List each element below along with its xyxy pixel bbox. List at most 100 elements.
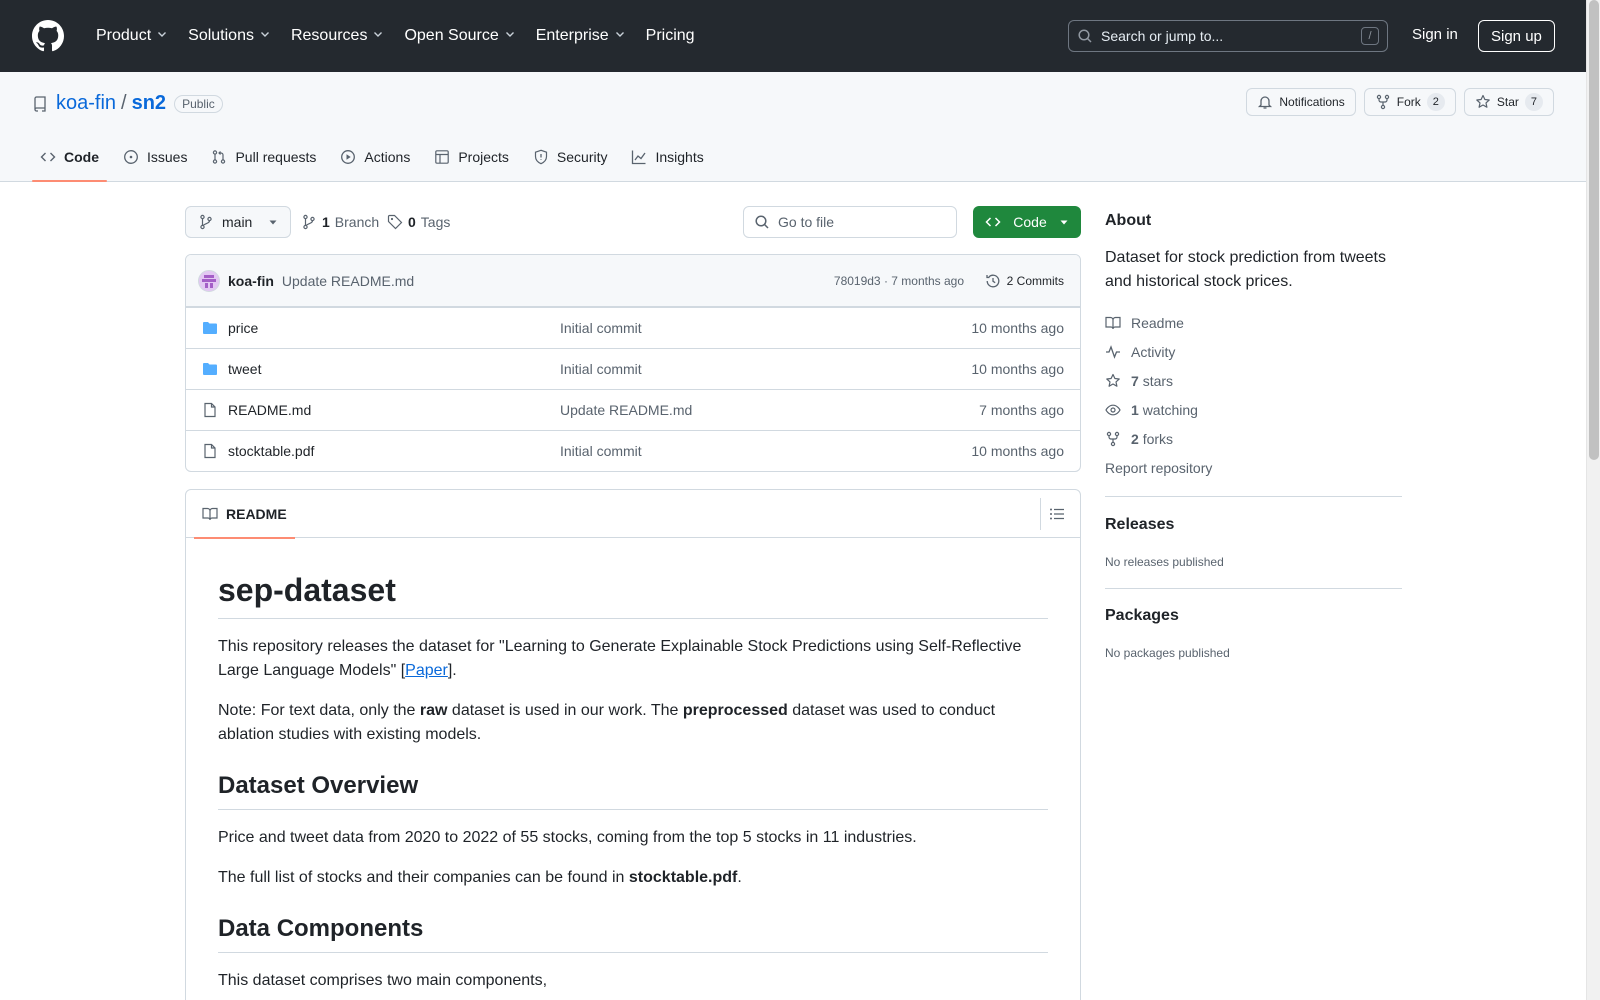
tab-code[interactable]: Code	[32, 133, 107, 182]
sign-in-link[interactable]: Sign in	[1412, 26, 1458, 43]
nav-product[interactable]: Product	[86, 27, 178, 45]
file-name-link[interactable]: tweet	[228, 361, 261, 377]
play-icon	[340, 149, 356, 165]
branches-link[interactable]: 1 Branch	[301, 206, 379, 238]
about-heading: About	[1105, 212, 1152, 229]
file-commit-link[interactable]: Update README.md	[560, 402, 692, 418]
fork-button[interactable]: Fork 2	[1363, 88, 1456, 116]
repo-title-separator: /	[121, 92, 127, 114]
activity-link[interactable]: Activity	[1105, 337, 1402, 366]
stars-label: stars	[1142, 372, 1174, 389]
commits-history-link[interactable]: 2 Commits	[981, 267, 1068, 295]
tab-projects[interactable]: Projects	[426, 133, 517, 181]
nav-open-source-label: Open Source	[404, 27, 499, 44]
watchers-count: 1	[1131, 401, 1139, 418]
readme-link-label: Readme	[1131, 314, 1184, 331]
nav-enterprise[interactable]: Enterprise	[526, 27, 636, 45]
table-icon	[434, 149, 450, 165]
github-logo-icon[interactable]	[32, 20, 64, 52]
history-icon	[985, 273, 1001, 289]
eye-icon	[1105, 402, 1121, 418]
nav-resources[interactable]: Resources	[281, 27, 394, 45]
file-commit-link[interactable]: Initial commit	[560, 443, 642, 459]
readme-tab-label: README	[226, 506, 287, 522]
repo-owner-link[interactable]: koa-fin	[56, 92, 116, 115]
star-icon	[1105, 373, 1121, 389]
forks-link[interactable]: 2 forks	[1105, 424, 1402, 453]
readme-content: sep-dataset This repository releases the…	[186, 538, 1080, 993]
repo-actions: Notifications Fork 2 Star 7	[1246, 88, 1554, 116]
branch-selector[interactable]: main	[185, 206, 292, 238]
notifications-button[interactable]: Notifications	[1246, 88, 1356, 116]
table-of-contents-button[interactable]	[1040, 498, 1072, 530]
commit-message-link[interactable]: Update README.md	[282, 273, 414, 289]
global-header: Product Solutions Resources Open Source …	[0, 0, 1600, 72]
file-row[interactable]: README.md Update README.md 7 months ago	[186, 389, 1080, 430]
releases-heading[interactable]: Releases	[1105, 516, 1174, 534]
code-dropdown-button[interactable]: Code	[973, 206, 1081, 238]
visibility-badge: Public	[174, 94, 223, 113]
report-repository-link[interactable]: Report repository	[1105, 453, 1402, 482]
tag-count: 0	[408, 214, 416, 230]
file-name-link[interactable]: README.md	[228, 402, 311, 418]
paper-link[interactable]: Paper	[405, 662, 448, 679]
branch-count: 1	[322, 214, 330, 230]
branch-icon	[301, 214, 317, 230]
scrollbar-thumb[interactable]	[1589, 0, 1599, 460]
latest-commit-bar: koa-fin Update README.md 78019d3 · 7 mon…	[186, 255, 1080, 307]
fork-icon	[1105, 431, 1121, 447]
watchers-link[interactable]: 1 watching	[1105, 395, 1402, 424]
search-placeholder: Search or jump to...	[1101, 28, 1224, 44]
star-count: 7	[1524, 93, 1543, 111]
file-toolbar: main 1 Branch 0 Tags Go to file Code	[185, 206, 1081, 238]
star-icon	[1475, 94, 1491, 110]
stars-link[interactable]: 7 stars	[1105, 366, 1402, 395]
repo-name-link[interactable]: sn2	[132, 92, 166, 115]
readme-tab[interactable]: README	[194, 490, 295, 539]
file-row[interactable]: price Initial commit 10 months ago	[186, 307, 1080, 348]
tags-link[interactable]: 0 Tags	[387, 206, 450, 238]
issue-icon	[123, 149, 139, 165]
star-label: Star	[1496, 95, 1519, 109]
file-row[interactable]: stocktable.pdf Initial commit 10 months …	[186, 430, 1080, 471]
file-name-link[interactable]: stocktable.pdf	[228, 443, 314, 459]
packages-heading[interactable]: Packages	[1105, 607, 1179, 625]
code-icon	[40, 149, 56, 165]
nav-pricing[interactable]: Pricing	[636, 27, 705, 45]
sign-up-button[interactable]: Sign up	[1478, 20, 1555, 52]
tab-insights[interactable]: Insights	[623, 133, 711, 181]
readme-bold: preprocessed	[682, 702, 788, 719]
tab-issues[interactable]: Issues	[115, 133, 195, 181]
file-row[interactable]: tweet Initial commit 10 months ago	[186, 348, 1080, 389]
notifications-label: Notifications	[1279, 95, 1345, 109]
tab-security[interactable]: Security	[525, 133, 616, 181]
file-commit-link[interactable]: Initial commit	[560, 320, 642, 336]
tab-code-label: Code	[64, 149, 99, 165]
tab-issues-label: Issues	[147, 149, 188, 165]
star-button[interactable]: Star 7	[1463, 88, 1554, 116]
repo-tabs: Code Issues Pull requests Actions Projec…	[32, 133, 720, 182]
readme-text: This repository releases the dataset for…	[218, 638, 1022, 679]
commit-sha-time[interactable]: 78019d3 · 7 months ago	[834, 274, 964, 288]
file-name-link[interactable]: price	[228, 320, 258, 336]
graph-icon	[631, 149, 647, 165]
tab-actions[interactable]: Actions	[332, 133, 418, 181]
readme-text: Note: For text data, only the	[218, 702, 420, 719]
readme-link[interactable]: Readme	[1105, 308, 1402, 337]
page-scrollbar[interactable]	[1586, 0, 1600, 1000]
nav-resources-label: Resources	[290, 27, 368, 44]
global-search-input[interactable]: Search or jump to... /	[1068, 20, 1388, 52]
readme-paragraph: Price and tweet data from 2020 to 2022 o…	[218, 829, 917, 846]
nav-open-source[interactable]: Open Source	[394, 27, 525, 45]
commits-count: 2 Commits	[1006, 273, 1064, 288]
readme-bold: stocktable.pdf	[628, 869, 738, 886]
avatar[interactable]	[198, 269, 220, 292]
file-commit-link[interactable]: Initial commit	[560, 361, 642, 377]
tab-pull-requests[interactable]: Pull requests	[203, 133, 324, 181]
go-to-file-input[interactable]: Go to file	[743, 206, 957, 238]
readme-paragraph: Note: For text data, only the raw datase…	[218, 699, 1048, 747]
nav-solutions[interactable]: Solutions	[178, 27, 281, 45]
stars-count: 7	[1131, 372, 1139, 389]
folder-icon	[202, 361, 218, 377]
commit-author-link[interactable]: koa-fin	[228, 273, 274, 289]
